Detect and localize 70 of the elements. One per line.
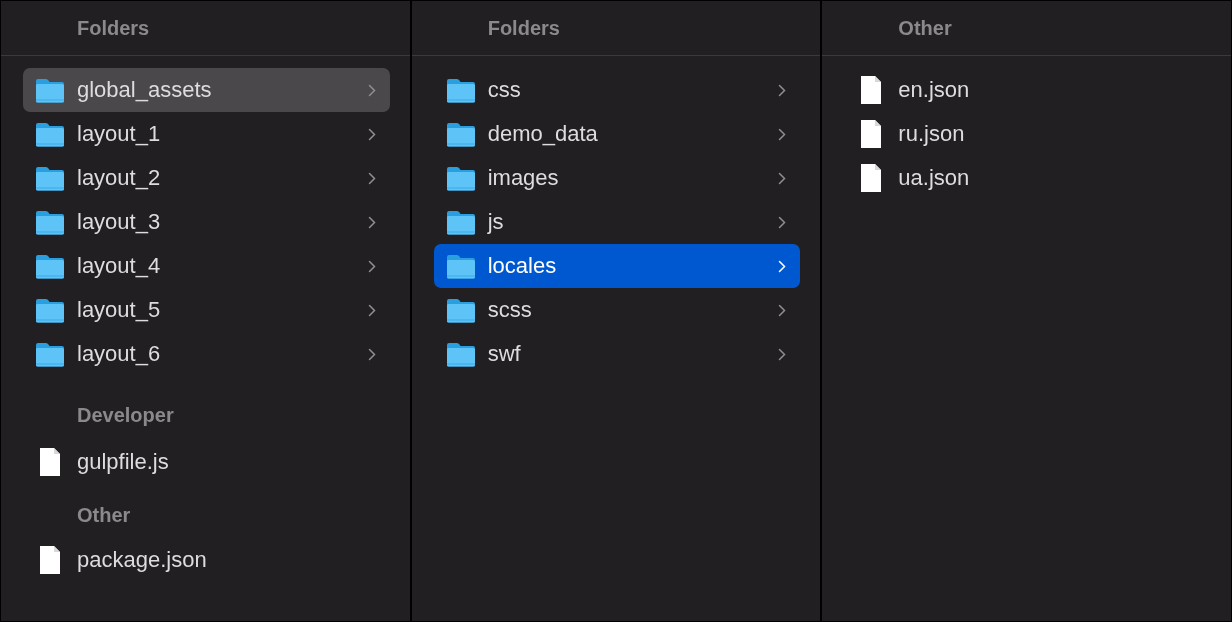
file-list-item[interactable]: locales (433, 244, 801, 288)
file-list-item[interactable]: layout_6 (23, 332, 390, 376)
section-title: Folders (77, 17, 150, 39)
file-list-item[interactable]: layout_1 (23, 112, 390, 156)
item-name: images (487, 165, 560, 191)
folder-icon (35, 209, 65, 235)
chevron-right-icon (367, 127, 376, 141)
chevron-right-icon (778, 303, 787, 317)
section-title: Other (77, 504, 131, 526)
item-name: layout_1 (77, 121, 162, 147)
chevron-right-icon (367, 171, 376, 185)
chevron-right-icon (778, 171, 787, 185)
file-list-item[interactable]: en.json (844, 68, 1211, 112)
chevron-right-icon (367, 215, 376, 229)
item-name: layout_3 (77, 209, 162, 235)
item-name: layout_4 (77, 253, 162, 279)
folder-icon (35, 77, 65, 103)
item-name: locales (487, 253, 558, 279)
chevron-right-icon (778, 83, 787, 97)
chevron-right-icon (367, 303, 376, 317)
folder-icon (445, 297, 476, 323)
file-list-item[interactable]: layout_5 (23, 288, 390, 332)
folder-icon (445, 121, 476, 147)
folder-icon (445, 341, 476, 367)
file-list-item[interactable]: scss (433, 288, 801, 332)
folder-icon (445, 253, 476, 279)
section-title: Developer (77, 404, 174, 426)
item-name: scss (487, 297, 533, 323)
file-list-item[interactable]: layout_2 (23, 156, 390, 200)
chevron-right-icon (778, 347, 787, 361)
section-title: Folders (487, 17, 560, 39)
folder-icon (35, 297, 65, 323)
item-name: layout_5 (77, 297, 162, 323)
file-list-item[interactable]: ru.json (844, 112, 1211, 156)
file-list-item[interactable]: swf (433, 332, 801, 376)
chevron-right-icon (778, 259, 787, 273)
item-name: global_assets (77, 77, 213, 103)
file-list-item[interactable]: ua.json (844, 156, 1211, 200)
item-name: layout_2 (77, 165, 162, 191)
chevron-right-icon (367, 83, 376, 97)
item-name: demo_data (487, 121, 599, 147)
item-name: gulpfile.js (77, 449, 170, 475)
item-name: ua.json (898, 165, 971, 191)
folder-icon (445, 165, 476, 191)
item-name: js (487, 209, 505, 235)
folder-icon (445, 77, 476, 103)
folder-icon (445, 209, 476, 235)
item-name: css (487, 77, 522, 103)
file-list-item[interactable]: images (433, 156, 801, 200)
file-list-item[interactable]: demo_data (433, 112, 801, 156)
folder-icon (35, 165, 65, 191)
chevron-right-icon (778, 127, 787, 141)
item-name: en.json (898, 77, 971, 103)
file-list-item[interactable]: css (433, 68, 801, 112)
chevron-right-icon (367, 347, 376, 361)
chevron-right-icon (367, 259, 376, 273)
item-name: swf (487, 341, 522, 367)
file-list-item[interactable]: layout_4 (23, 244, 390, 288)
file-list-item[interactable]: gulpfile.js (23, 440, 390, 484)
folder-icon (35, 253, 65, 279)
item-name: layout_6 (77, 341, 162, 367)
folder-icon (35, 341, 65, 367)
section-title: Other (898, 17, 952, 39)
file-list-item[interactable]: js (433, 200, 801, 244)
folder-icon (35, 121, 65, 147)
item-name: ru.json (898, 121, 966, 147)
item-name: package.json (77, 547, 208, 573)
file-list-item[interactable]: package.json (23, 538, 390, 582)
chevron-right-icon (778, 215, 787, 229)
file-list-item[interactable]: layout_3 (23, 200, 390, 244)
